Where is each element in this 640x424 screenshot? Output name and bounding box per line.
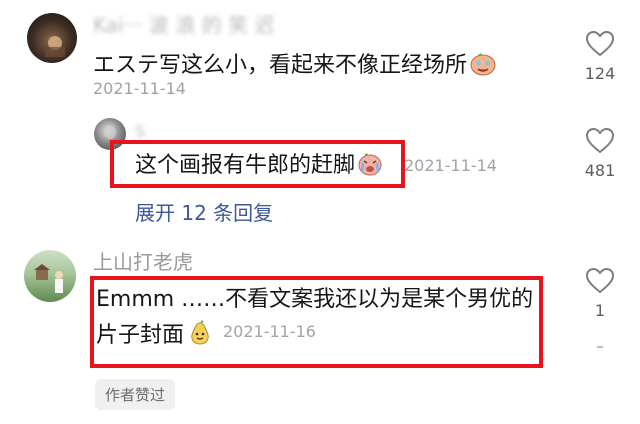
avatar-image	[45, 36, 65, 57]
author-liked-badge: 作者赞过	[95, 379, 176, 410]
like-button[interactable]: 124	[575, 30, 625, 83]
comment-text: エステ写这么小，看起来不像正经场所	[93, 52, 496, 81]
heart-icon	[585, 30, 615, 57]
comment-date: 2021-11-16	[223, 322, 316, 341]
comment-text: 这个画报有牛郎的赶脚	[135, 152, 382, 181]
avatar[interactable]	[24, 250, 76, 302]
username[interactable]: Kai··· 波 浪 的 笑 迟	[93, 15, 274, 35]
avatar-image	[34, 264, 63, 293]
username[interactable]: S	[135, 124, 145, 140]
heart-icon	[585, 127, 615, 154]
like-count: 1	[594, 301, 606, 320]
comment-text: Emmm ……不看文案我还以为是某个男优的	[96, 287, 534, 312]
avatar[interactable]	[27, 13, 77, 63]
heart-icon	[585, 267, 615, 294]
laughing-cry-emoji-icon	[470, 52, 496, 81]
pear-emoji-icon	[187, 320, 213, 351]
like-count: 481	[584, 161, 616, 180]
like-button[interactable]: 1	[575, 267, 625, 320]
crying-emoji-icon	[358, 152, 382, 181]
like-count: 124	[584, 64, 616, 83]
like-button[interactable]: 481	[575, 127, 625, 180]
comment-date: 2021-11-14	[404, 156, 497, 175]
comment-date: 2021-11-14	[93, 79, 186, 98]
comment-text-line2: 片子封面	[96, 320, 213, 351]
username[interactable]: 上山打老虎	[93, 252, 193, 272]
divider-dot	[597, 346, 603, 348]
expand-replies-link[interactable]: 展开 12 条回复	[135, 203, 273, 223]
